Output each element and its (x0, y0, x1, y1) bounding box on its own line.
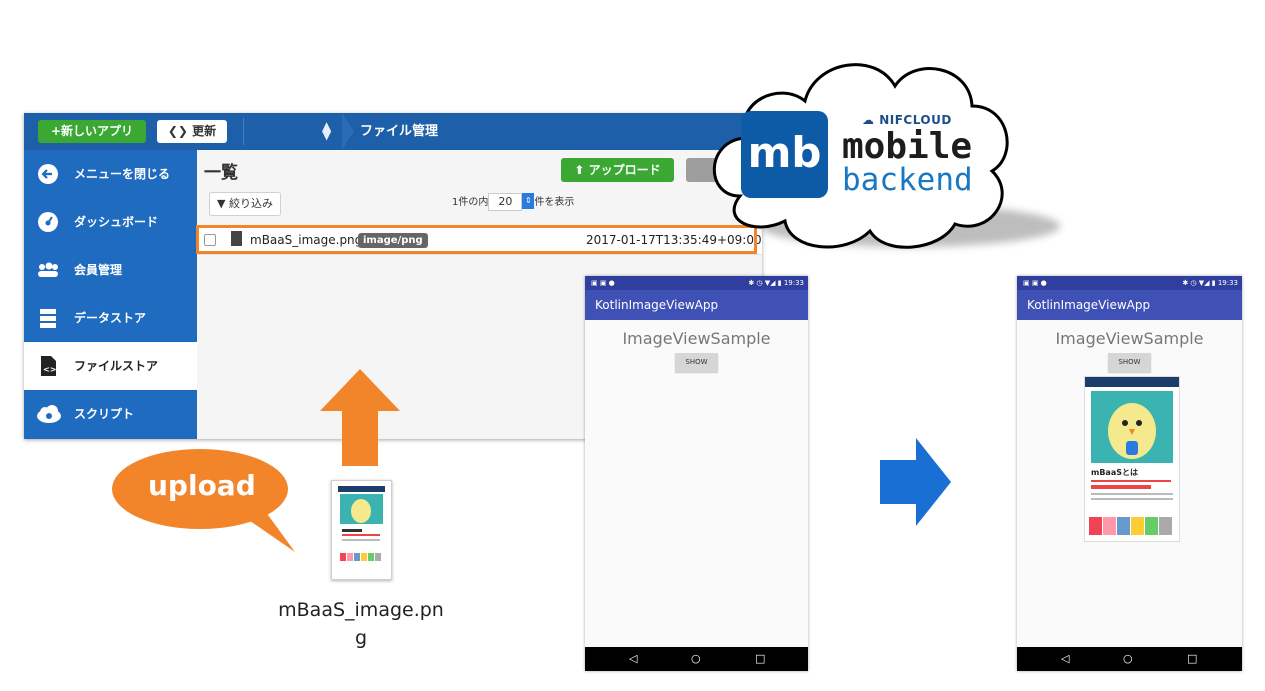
home-icon[interactable]: ○ (691, 647, 701, 671)
refresh-button[interactable]: ❮❯ 更新 (157, 120, 227, 143)
show-button[interactable]: SHOW (1108, 353, 1151, 372)
arrow-up-icon: ⬆ (574, 163, 585, 177)
sample-title: ImageViewSample (1055, 329, 1204, 348)
svg-text:<>: <> (43, 365, 56, 374)
thumbnail-filename-line2: g (354, 627, 368, 649)
status-bar: ▣ ▣ ● ✱ ◷ ▼◢ ▮ 19:33 (1017, 276, 1242, 290)
refresh-icon: ❮❯ (167, 124, 188, 138)
sidebar-item-script[interactable]: スクリプト (24, 390, 197, 438)
sidebar-item-users[interactable]: 会員管理 (24, 246, 197, 294)
file-code-icon: <> (36, 355, 60, 377)
top-bar: +新しいアプリ ❮❯ 更新 ▲ ▼ ファイル管理 (24, 113, 762, 150)
sample-title: ImageViewSample (622, 329, 771, 348)
users-icon (36, 259, 60, 281)
thumbnail-preview (338, 486, 385, 574)
show-button[interactable]: SHOW (675, 353, 718, 372)
sidebar-item-label: メニューを閉じる (74, 167, 171, 181)
status-time: 19:33 (1217, 279, 1238, 287)
notification-icons: ▣ ▣ ● (1023, 279, 1047, 287)
sidebar-item-dashboard[interactable]: ダッシュボード (24, 198, 197, 246)
logo-backend-text: backend (842, 162, 973, 198)
app-switcher-icon[interactable]: ▲ ▼ (322, 120, 331, 141)
mbaas-logo-mark: mb (741, 111, 828, 198)
sidebar-item-filestore[interactable]: <> ファイルストア (24, 342, 197, 390)
sidebar-item-label: ファイルストア (74, 359, 159, 373)
page-title: 一覧 (204, 163, 238, 183)
dashboard-icon (36, 211, 60, 233)
home-icon[interactable]: ○ (1123, 647, 1133, 671)
filter-icon: ▼ (217, 197, 226, 210)
row-highlight-frame (196, 225, 757, 254)
sidebar-item-label: 会員管理 (74, 263, 123, 277)
sidebar-item-label: データストア (74, 311, 147, 325)
phone-before: ▣ ▣ ● ✱ ◷ ▼◢ ▮ 19:33 KotlinImageViewApp … (585, 276, 808, 671)
pager-suffix: 件を表示 (534, 197, 575, 208)
recents-icon[interactable]: □ (1187, 647, 1197, 671)
upload-button[interactable]: ⬆ アップロード (561, 158, 674, 182)
android-nav-bar: ◁ ○ □ (585, 647, 808, 671)
nifcloud-text: NIFCLOUD (879, 113, 952, 127)
pager: 1件の内 20 ⇕ 件を表示 (452, 193, 574, 212)
arrow-left-circle-icon (36, 163, 60, 185)
toolbar-divider (243, 118, 244, 145)
poster-graphic: mBaaSとは (1085, 377, 1179, 535)
status-right: ✱ ◷ ▼◢ ▮ 19:33 (748, 279, 804, 287)
status-time: 19:33 (783, 279, 804, 287)
notification-icons: ▣ ▣ ● (591, 279, 615, 287)
page-size-select[interactable]: 20 (488, 193, 523, 211)
filter-label: 絞り込み (228, 197, 273, 210)
spinner-icon[interactable]: ⇕ (522, 193, 535, 209)
arrow-right-icon (880, 438, 951, 526)
app-title-bar: KotlinImageViewApp (585, 290, 808, 320)
sidebar-item-close-menu[interactable]: メニューを閉じる (24, 150, 197, 198)
sidebar-item-datastore[interactable]: データストア (24, 294, 197, 342)
sidebar-item-label: スクリプト (74, 407, 135, 421)
breadcrumb-title: ファイル管理 (360, 124, 439, 139)
new-app-button[interactable]: +新しいアプリ (38, 120, 146, 143)
sidebar-item-label: ダッシュボード (74, 215, 159, 229)
cloud-gear-icon (36, 403, 61, 425)
back-icon[interactable]: ◁ (1061, 647, 1069, 671)
poster-caption: mBaaSとは (1091, 468, 1138, 477)
pager-prefix: 1件の内 (452, 197, 489, 208)
image-file-thumbnail (331, 480, 392, 580)
upload-label: アップロード (588, 163, 661, 177)
sidebar: メニューを閉じる ダッシュボード 会員管理 データストア <> ファイルストア (24, 150, 197, 439)
status-bar: ▣ ▣ ● ✱ ◷ ▼◢ ▮ 19:33 (585, 276, 808, 290)
database-icon (36, 307, 60, 329)
refresh-label: 更新 (192, 124, 217, 138)
breadcrumb-chevron (342, 113, 354, 150)
upload-arrow-icon (320, 369, 400, 466)
nifcloud-wordmark: ☁ NIFCLOUD (862, 113, 952, 127)
loaded-image-view: mBaaSとは (1084, 376, 1180, 542)
recents-icon[interactable]: □ (755, 647, 765, 671)
app-title-bar: KotlinImageViewApp (1017, 290, 1242, 320)
phone-after: ▣ ▣ ● ✱ ◷ ▼◢ ▮ 19:33 KotlinImageViewApp … (1017, 276, 1242, 671)
thumbnail-filename: mBaaS_image.pn g (268, 596, 454, 652)
android-nav-bar: ◁ ○ □ (1017, 647, 1242, 671)
cloud-mini-icon: ☁ (862, 113, 875, 127)
status-right: ✱ ◷ ▼◢ ▮ 19:33 (1182, 279, 1238, 287)
thumbnail-filename-line1: mBaaS_image.pn (278, 599, 444, 621)
upload-bubble-text: upload (148, 469, 256, 502)
logo-mobile-text: mobile (842, 126, 973, 167)
back-icon[interactable]: ◁ (629, 647, 637, 671)
filter-button[interactable]: ▼ 絞り込み (209, 192, 281, 216)
